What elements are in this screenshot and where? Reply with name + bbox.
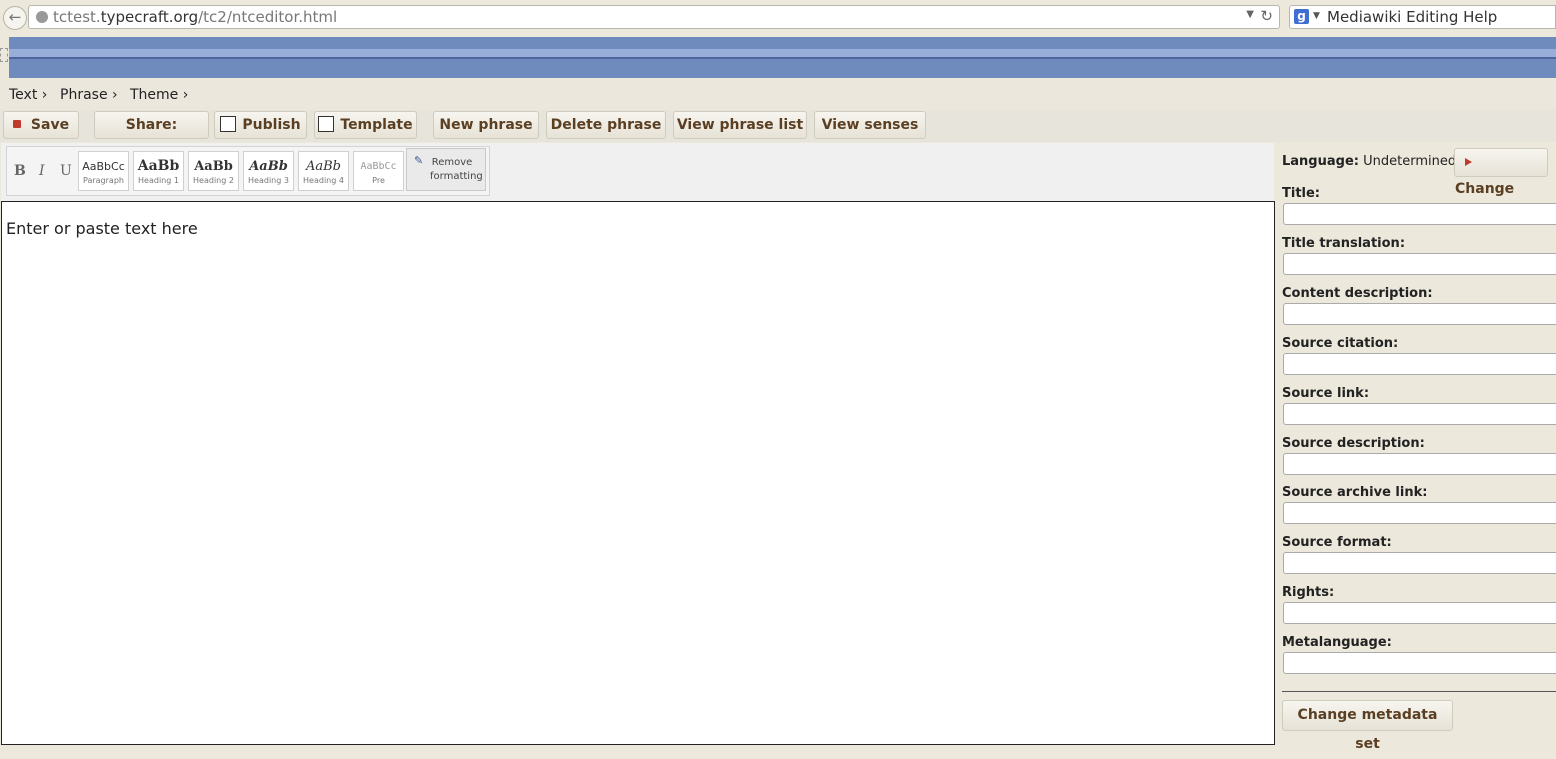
formatting-toolbar: B I U AaBbCc Paragraph AaBb Heading 1 Aa… (1, 143, 1274, 201)
globe-icon (36, 11, 48, 23)
title-translation-label: Title translation: (1282, 236, 1406, 251)
source-link-label: Source link: (1282, 386, 1370, 401)
divider (1282, 691, 1556, 692)
template-checkbox[interactable] (318, 116, 335, 132)
remove-formatting-label-1: Remove (431, 157, 473, 168)
editor-toolbar: Save Share: Private Publish Template New… (0, 110, 1556, 159)
language-value: Undetermined (1363, 154, 1457, 169)
remove-formatting-label-2: formatting (430, 171, 483, 182)
bookmarks-bar[interactable] (9, 37, 1556, 78)
source-format-input[interactable] (1283, 552, 1556, 574)
breadcrumb-phrase[interactable]: Phrase › (60, 87, 118, 103)
style-heading3-button[interactable]: AaBb Heading 3 (243, 151, 294, 191)
rights-input[interactable] (1283, 602, 1556, 624)
source-format-label: Source format: (1282, 535, 1392, 550)
bold-button[interactable]: B (14, 163, 26, 179)
bookmark-handle (0, 48, 8, 62)
publish-button[interactable]: Publish (214, 111, 307, 139)
content-description-label: Content description: (1282, 286, 1433, 301)
metadata-panel: Language: Undetermined Change Title: Tit… (1276, 143, 1556, 752)
change-metadata-set-button[interactable]: Change metadata set (1282, 700, 1453, 752)
change-language-button[interactable]: Change (1454, 148, 1548, 197)
save-icon (12, 120, 21, 128)
flag-icon (1465, 158, 1472, 166)
browser-toolbar: ← tctest.typecraft.org/tc2/ntceditor.htm… (0, 0, 1556, 36)
style-pre-button[interactable]: AaBbCc Pre (353, 151, 404, 191)
search-engine-dropdown-icon[interactable]: ▼ (1313, 11, 1320, 21)
search-input-text: Mediawiki Editing Help (1327, 8, 1498, 26)
underline-button[interactable]: U (60, 163, 72, 179)
bookmarks-strip-line (9, 57, 1556, 59)
source-link-input[interactable] (1283, 403, 1556, 425)
source-description-input[interactable] (1283, 453, 1556, 475)
breadcrumb-text[interactable]: Text › (9, 87, 47, 103)
style-paragraph-button[interactable]: AaBbCc Paragraph (78, 151, 129, 191)
title-input[interactable] (1283, 203, 1556, 225)
source-citation-label: Source citation: (1282, 336, 1399, 351)
save-button[interactable]: Save (3, 111, 79, 139)
new-phrase-button[interactable]: New phrase (433, 111, 539, 139)
breadcrumb-theme[interactable]: Theme › (130, 87, 188, 103)
address-bar[interactable]: tctest.typecraft.org/tc2/ntceditor.html … (28, 5, 1280, 29)
publish-checkbox[interactable] (220, 116, 237, 132)
title-translation-input[interactable] (1283, 253, 1556, 275)
view-phrase-list-button[interactable]: View phrase list (673, 111, 807, 139)
history-dropdown-icon[interactable]: ▼ (1246, 9, 1254, 20)
view-senses-button[interactable]: View senses (814, 111, 926, 139)
eraser-icon: ✎ (414, 154, 424, 167)
template-button[interactable]: Template (314, 111, 417, 139)
italic-button[interactable]: I (39, 163, 45, 179)
content-description-input[interactable] (1283, 303, 1556, 325)
google-g-icon[interactable]: g (1294, 9, 1309, 24)
source-archive-link-input[interactable] (1283, 502, 1556, 524)
source-archive-link-label: Source archive link: (1282, 485, 1428, 500)
search-bar[interactable]: g ▼ Mediawiki Editing Help (1289, 5, 1556, 29)
url-text: tctest.typecraft.org/tc2/ntceditor.html (53, 8, 338, 26)
back-arrow-icon[interactable]: ← (3, 6, 27, 30)
rights-label: Rights: (1282, 585, 1335, 600)
formatting-group: B I U AaBbCc Paragraph AaBb Heading 1 Aa… (6, 146, 490, 196)
language-row: Language: Undetermined (1282, 154, 1456, 169)
reload-icon[interactable]: ↻ (1260, 7, 1273, 25)
style-heading1-button[interactable]: AaBb Heading 1 (133, 151, 184, 191)
title-label: Title: (1282, 186, 1321, 201)
text-editor-area[interactable]: Enter or paste text here (1, 201, 1275, 745)
metalanguage-label: Metalanguage: (1282, 635, 1392, 650)
source-citation-input[interactable] (1283, 353, 1556, 375)
delete-phrase-button[interactable]: Delete phrase (546, 111, 666, 139)
language-label: Language: (1282, 154, 1359, 169)
style-heading4-button[interactable]: AaBb Heading 4 (298, 151, 349, 191)
style-heading2-button[interactable]: AaBb Heading 2 (188, 151, 239, 191)
share-select[interactable]: Share: Private (94, 111, 209, 159)
metalanguage-input[interactable] (1283, 652, 1556, 674)
remove-formatting-button[interactable]: ✎ Remove formatting (406, 148, 486, 191)
editor-placeholder: Enter or paste text here (6, 219, 198, 238)
source-description-label: Source description: (1282, 436, 1425, 451)
breadcrumb: Text › Phrase › Theme › (0, 80, 1556, 111)
